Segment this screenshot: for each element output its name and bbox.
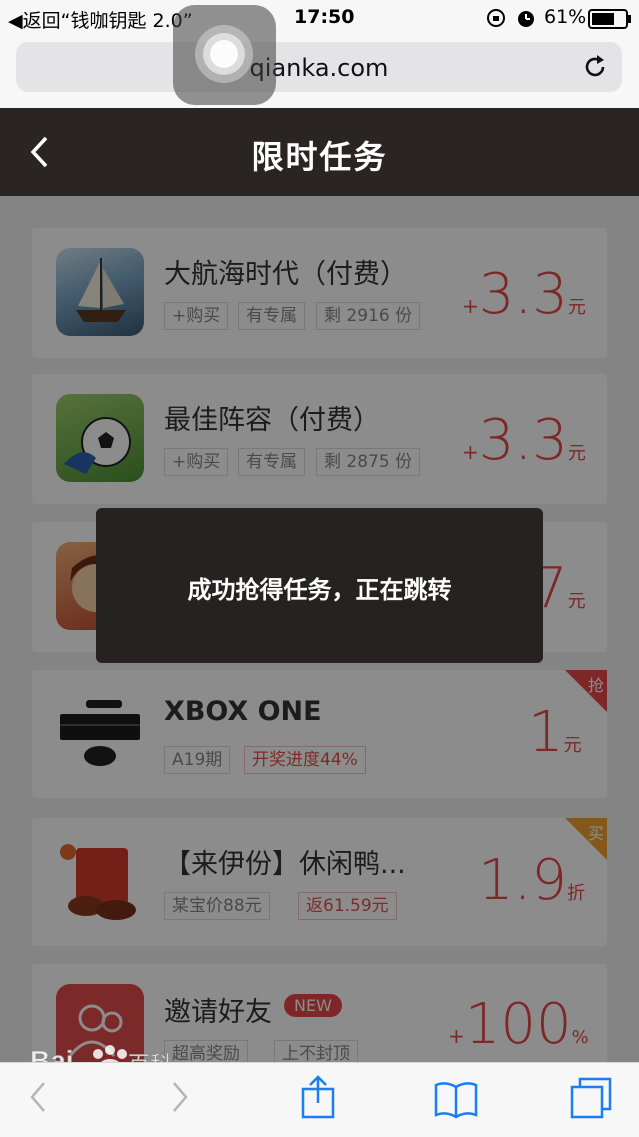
share-icon[interactable]: [298, 1073, 338, 1121]
browser-back-icon[interactable]: [26, 1077, 50, 1117]
bookmarks-icon[interactable]: [432, 1079, 480, 1119]
battery-icon: [588, 9, 631, 29]
url-text: qianka.com: [249, 54, 389, 82]
battery-percent: 61%: [544, 6, 587, 28]
back-to-app-link[interactable]: ◀返回“钱咖钥匙 2.0”: [8, 6, 193, 33]
page-title: 限时任务: [251, 138, 388, 176]
app-header: 限时任务: [0, 108, 639, 196]
alarm-icon: [518, 11, 534, 27]
status-bar: ◀返回“钱咖钥匙 2.0” 17:50 61%: [0, 0, 639, 36]
browser-forward-icon[interactable]: [168, 1077, 192, 1117]
assistive-touch-button[interactable]: [173, 5, 276, 105]
reload-icon[interactable]: [580, 52, 610, 82]
toast-message: 成功抢得任务，正在跳转: [187, 576, 452, 604]
rotation-lock-icon: [487, 9, 505, 27]
toast: 成功抢得任务，正在跳转: [96, 508, 543, 663]
browser-toolbar: [0, 1062, 639, 1137]
address-bar[interactable]: qianka.com: [16, 42, 622, 92]
status-time: 17:50: [294, 6, 355, 28]
tabs-icon[interactable]: [568, 1075, 614, 1121]
browser-bar: qianka.com: [0, 36, 639, 108]
